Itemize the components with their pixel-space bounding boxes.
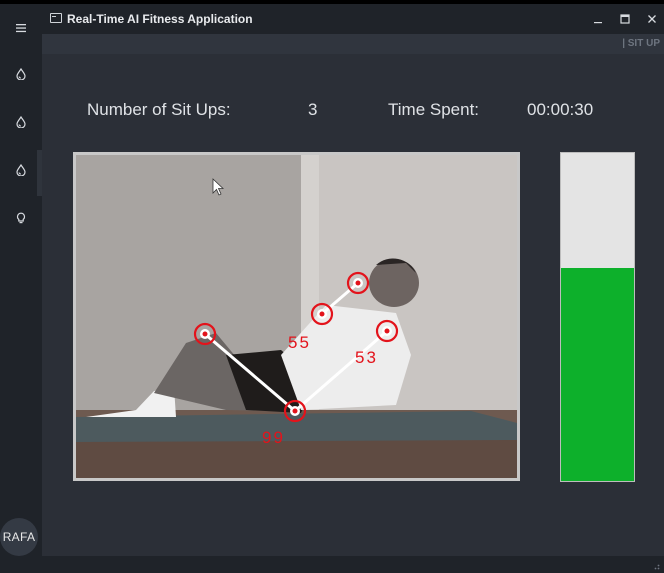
status-bar xyxy=(42,556,664,573)
maximize-icon xyxy=(620,14,630,24)
hip-angle-label: 99 xyxy=(262,428,285,447)
elbow-angle-label: 55 xyxy=(288,333,311,352)
time-label: Time Spent: xyxy=(388,100,480,119)
breadcrumb-bar: | SIT UP xyxy=(42,34,664,54)
situp-progress-fill xyxy=(561,267,634,481)
person-head xyxy=(369,259,419,307)
breadcrumb: | SIT UP xyxy=(622,38,660,49)
user-avatar[interactable]: RAFA xyxy=(0,518,38,556)
camera-frame: 55 53 99 xyxy=(76,155,517,478)
situp-progress-bar xyxy=(560,152,635,482)
app-window-icon xyxy=(50,13,62,23)
maximize-button[interactable] xyxy=(615,9,635,29)
hamburger-menu-button[interactable] xyxy=(0,6,42,50)
hamburger-menu-icon xyxy=(16,24,26,33)
situps-value: 3 xyxy=(308,100,318,119)
minimize-button[interactable] xyxy=(588,9,608,29)
title-bar: Real-Time AI Fitness Application xyxy=(42,4,664,34)
sidebar: RAFA xyxy=(0,4,42,573)
situps-label: Number of Sit Ups: xyxy=(87,100,231,119)
lightbulb-icon xyxy=(16,212,26,224)
sidebar-item-2[interactable] xyxy=(0,100,42,144)
close-button[interactable] xyxy=(642,9,662,29)
sidebar-item-3-sit-up[interactable] xyxy=(0,148,42,192)
sidebar-item-4[interactable] xyxy=(0,196,42,240)
sidebar-item-1[interactable] xyxy=(0,52,42,96)
drop-icon xyxy=(16,164,26,176)
close-icon xyxy=(648,15,656,23)
resize-grip-icon[interactable] xyxy=(652,562,660,570)
window-title: Real-Time AI Fitness Application xyxy=(67,12,253,26)
user-name: RAFA xyxy=(2,530,36,544)
drop-icon xyxy=(16,116,26,128)
app-window: RAFA Real-Time AI Fitness Application | … xyxy=(0,4,664,573)
drop-icon xyxy=(16,68,26,80)
minimize-icon xyxy=(594,22,602,24)
camera-feed: 55 53 99 xyxy=(73,152,520,481)
time-value: 00:00:30 xyxy=(527,100,594,119)
shoulder-angle-label: 53 xyxy=(355,348,378,367)
